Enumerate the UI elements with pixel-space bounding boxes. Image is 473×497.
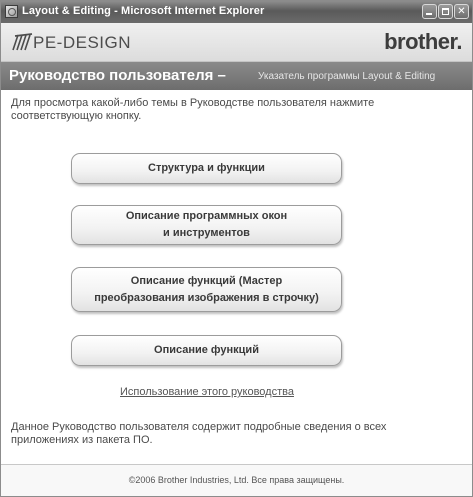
button-label: Структура и функции [148,162,265,174]
page-subtitle: Указатель программы Layout & Editing [258,71,436,82]
brother-logo: brother. [384,29,462,54]
stitch-wizard-functions-button[interactable]: Описание функций (Мастер преобразования … [71,267,342,312]
description-text: Данное Руководство пользователя содержит… [11,421,387,446]
intro-text: Для просмотра какой-либо темы в Руководс… [11,97,375,122]
brand-header: PE-DESIGN brother. [1,23,472,62]
button-label-line1: Описание функций (Мастер [130,274,283,287]
structure-and-functions-button[interactable]: Структура и функции [71,153,342,184]
copyright-text: ©2006 Brother Industries, Ltd. Все права… [128,475,345,485]
ie-icon [5,5,18,18]
pe-design-logo-icon [12,33,33,51]
pe-design-logo: PE-DESIGN [33,33,132,52]
functions-description-button[interactable]: Описание функций [71,335,342,366]
maximize-button[interactable] [438,4,453,19]
window-title: Layout & Editing - Microsoft Internet Ex… [22,5,265,17]
footer: ©2006 Brother Industries, Ltd. Все права… [1,464,472,496]
section-header: Руководство пользователя – Указатель про… [1,62,472,90]
button-label-line1: Описание программных окон [125,210,288,222]
using-this-guide-link[interactable]: Использование этого руководства [1,386,413,398]
browser-window: Layout & Editing - Microsoft Internet Ex… [0,0,473,497]
minimize-button[interactable] [422,4,437,19]
button-label-line2: и инструментов [163,227,250,239]
close-button[interactable]: ✕ [454,4,469,19]
title-bar[interactable]: Layout & Editing - Microsoft Internet Ex… [1,1,472,23]
page-title: Руководство пользователя – [9,67,226,84]
windows-and-tools-button[interactable]: Описание программных окон и инструментов [71,205,342,245]
button-label-line2: преобразования изображения в строчку) [94,291,319,304]
button-label: Описание функций [154,344,259,356]
